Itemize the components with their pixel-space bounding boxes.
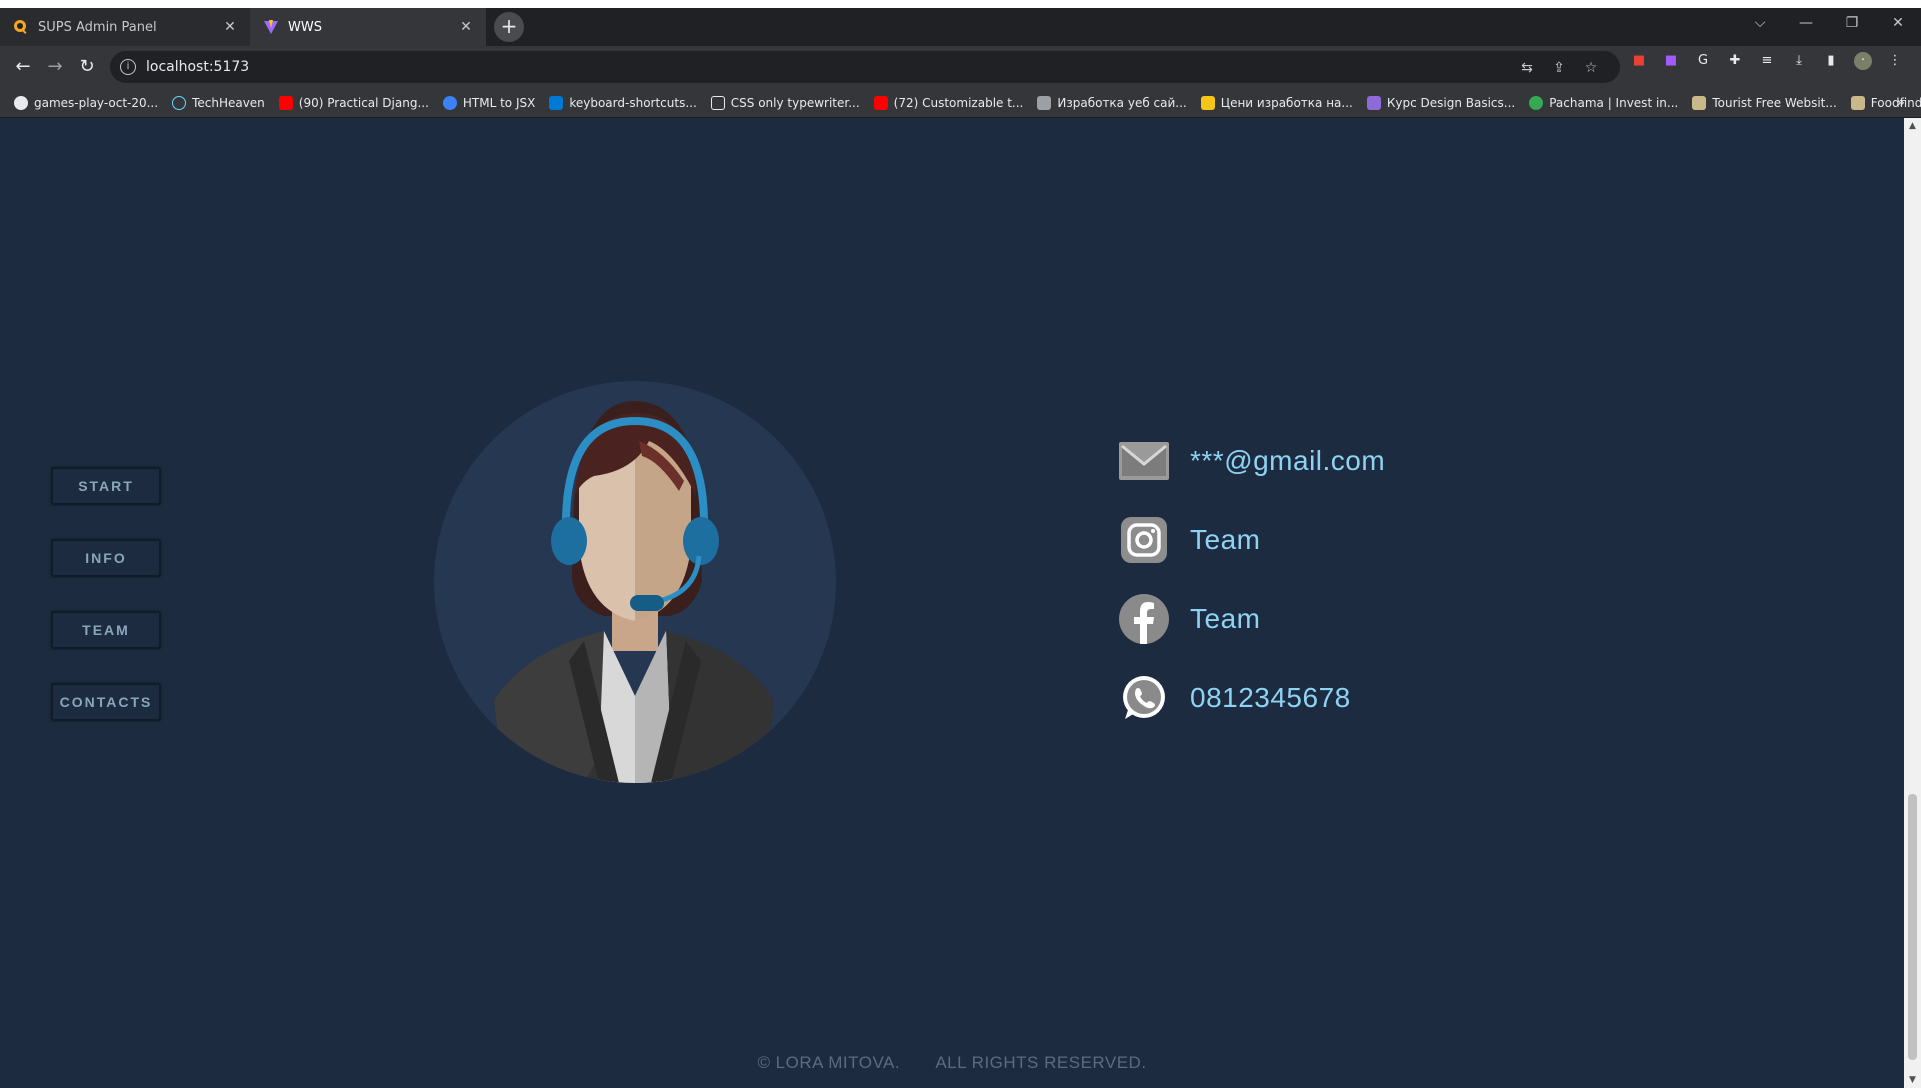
bookmark-item[interactable]: TechHeaven [172, 95, 265, 110]
whatsapp-icon [1118, 672, 1170, 724]
contact-phone-row[interactable]: 0812345678 [1118, 672, 1385, 724]
course-icon [1366, 95, 1381, 110]
address-url: localhost:5173 [146, 59, 250, 75]
reading-list-icon[interactable]: ≡ [1758, 52, 1776, 70]
nav-team-button[interactable]: TEAM [51, 611, 161, 649]
nav-contacts-button[interactable]: CONTACTS [51, 683, 161, 721]
bookmark-item[interactable]: keyboard-shortcuts... [549, 95, 697, 110]
reload-icon[interactable]: ↻ [72, 52, 102, 82]
site-icon [1692, 95, 1707, 110]
site-info-icon[interactable]: i [120, 59, 136, 75]
tab-close-icon[interactable]: ✕ [222, 19, 238, 35]
download-icon[interactable]: ⤓ [1790, 52, 1808, 70]
site-icon [1850, 95, 1865, 110]
page-scrollbar[interactable]: ▲ ▼ [1904, 118, 1921, 1088]
restore-icon[interactable]: ❐ [1829, 8, 1875, 38]
bookmarks-bar: games-play-oct-20... TechHeaven (90) Pra… [0, 88, 1921, 118]
site-icon [1037, 95, 1052, 110]
profile-avatar-icon[interactable]: · [1854, 52, 1872, 70]
site-icon [1200, 95, 1215, 110]
extension-gradient-icon[interactable]: ■ [1662, 52, 1680, 70]
react-icon [172, 95, 187, 110]
tab-wws[interactable]: WWS ✕ [250, 8, 486, 46]
nav-info-button[interactable]: INFO [51, 539, 161, 577]
forward-icon[interactable]: → [40, 52, 70, 82]
contact-email-row[interactable]: ***@gmail.com [1118, 435, 1385, 487]
sups-favicon-icon [12, 18, 30, 36]
scroll-up-arrow-icon[interactable]: ▲ [1904, 118, 1921, 134]
back-icon[interactable]: ← [8, 52, 38, 82]
tab-search-icon[interactable]: ⌵ [1737, 8, 1783, 38]
bookmark-item[interactable]: Tourist Free Websit... [1692, 95, 1837, 110]
scroll-down-arrow-icon[interactable]: ▼ [1904, 1072, 1921, 1088]
extensions-puzzle-icon[interactable]: ✚ [1726, 52, 1744, 70]
tab-title: WWS [288, 19, 322, 35]
share-icon[interactable]: ⇪ [1550, 59, 1568, 77]
contact-email-text: ***@gmail.com [1190, 445, 1386, 476]
close-window-icon[interactable]: ✕ [1875, 8, 1921, 38]
bookmark-item[interactable]: Изработка уеб сай... [1037, 95, 1187, 110]
new-tab-button[interactable]: + [494, 12, 524, 42]
tab-sups-admin-panel[interactable]: SUPS Admin Panel ✕ [0, 8, 250, 46]
contact-list: ***@gmail.com Team Team 0812345678 [1118, 435, 1385, 751]
vite-favicon-icon [262, 18, 280, 36]
extension-red-icon[interactable]: ■ [1630, 52, 1648, 70]
extension-icons: ■ ■ G ✚ ≡ ⤓ ▮ · ⋮ [1630, 52, 1904, 70]
address-bar[interactable]: i localhost:5173 ⇆ ⇪ ☆ [110, 51, 1620, 83]
minimize-icon[interactable]: — [1783, 8, 1829, 38]
side-panel-icon[interactable]: ▮ [1822, 52, 1840, 70]
translate-icon[interactable]: ⇆ [1518, 59, 1536, 77]
contact-facebook-row[interactable]: Team [1118, 593, 1385, 645]
contact-instagram-text: Team [1190, 524, 1261, 555]
pachama-icon [1529, 95, 1544, 110]
vscode-icon [549, 95, 564, 110]
contact-instagram-row[interactable]: Team [1118, 514, 1385, 566]
bookmark-item[interactable]: Курс Design Basics... [1366, 95, 1515, 110]
youtube-icon [278, 95, 293, 110]
contact-facebook-text: Team [1190, 603, 1261, 634]
footer-copyright: © LORA MITOVA. [757, 1053, 901, 1072]
codepen-icon [710, 95, 725, 110]
bookmark-item[interactable]: games-play-oct-20... [14, 95, 158, 110]
nav-start-button[interactable]: START [51, 467, 161, 505]
extension-g-icon[interactable]: G [1694, 52, 1712, 70]
tab-title: SUPS Admin Panel [38, 19, 157, 35]
bookmark-item[interactable]: Foodfinda Free We... [1850, 95, 1921, 110]
transform-icon [442, 95, 457, 110]
page-content: START INFO TEAM CONTACTS ***@gmail.com T… [0, 118, 1904, 1088]
bookmarks-more-icon[interactable]: » [1896, 95, 1905, 111]
scrollbar-thumb[interactable] [1908, 794, 1917, 1060]
support-agent-illustration [434, 381, 836, 783]
bookmark-item[interactable]: Цени изработка на... [1200, 95, 1353, 110]
instagram-icon [1118, 514, 1170, 566]
bookmark-item[interactable]: HTML to JSX [442, 95, 535, 110]
contact-phone-text: 0812345678 [1190, 682, 1351, 713]
github-icon [14, 95, 28, 110]
tab-strip: SUPS Admin Panel ✕ WWS ✕ + ⌵ — ❐ ✕ [0, 0, 1921, 46]
page-footer: © LORA MITOVA. ALL RIGHTS RESERVED. [0, 1053, 1904, 1073]
bookmark-item[interactable]: (72) Customizable t... [873, 95, 1023, 110]
bookmark-item[interactable]: Pachama | Invest in... [1529, 95, 1678, 110]
bookmark-item[interactable]: CSS only typewriter... [710, 95, 860, 110]
envelope-icon [1118, 435, 1170, 487]
window-top-edge [0, 0, 1921, 8]
side-navigation: START INFO TEAM CONTACTS [51, 467, 161, 755]
bookmark-item[interactable]: (90) Practical Djang... [278, 95, 429, 110]
facebook-icon [1118, 593, 1170, 645]
footer-rights: ALL RIGHTS RESERVED. [935, 1053, 1147, 1072]
youtube-icon [873, 95, 888, 110]
bookmark-star-icon[interactable]: ☆ [1582, 59, 1600, 77]
tab-close-icon[interactable]: ✕ [458, 19, 474, 35]
browser-menu-icon[interactable]: ⋮ [1886, 52, 1904, 70]
